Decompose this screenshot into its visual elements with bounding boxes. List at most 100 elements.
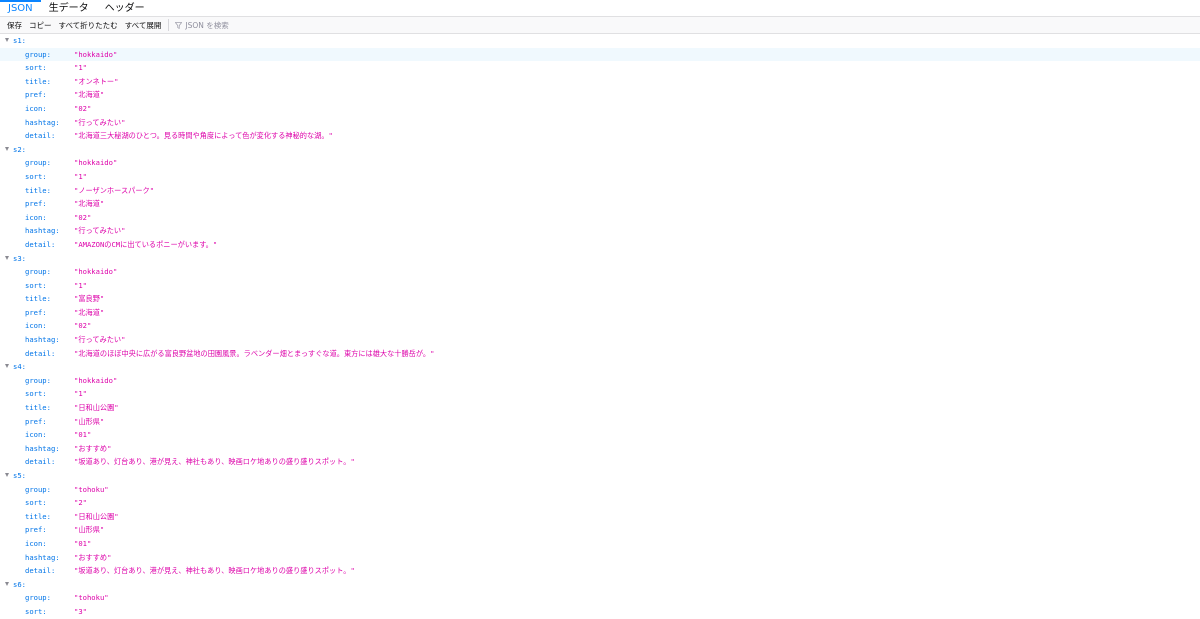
json-property-row[interactable]: title: "ノーザンホースパーク" <box>0 184 1200 198</box>
property-key: icon: <box>25 430 47 440</box>
json-property-row[interactable]: hashtag: "おすすめ" <box>0 442 1200 456</box>
property-key: group: <box>25 158 51 168</box>
property-value: "行ってみたい" <box>74 117 126 127</box>
json-property-row[interactable]: group: "tohoku" <box>0 483 1200 497</box>
copy-button[interactable]: コピー <box>29 20 52 31</box>
property-value: "tohoku" <box>74 484 109 494</box>
json-filter-input[interactable] <box>185 20 386 30</box>
json-object-row[interactable]: s4: <box>0 360 1200 374</box>
json-property-row[interactable]: group: "hokkaido" <box>0 374 1200 388</box>
property-key: sort: <box>25 171 47 181</box>
tab-headers[interactable]: ヘッダー <box>97 2 153 16</box>
json-property-row[interactable]: hashtag: "おすすめ" <box>0 551 1200 565</box>
property-value: "tohoku" <box>74 593 109 603</box>
property-key: icon: <box>25 321 47 331</box>
json-filter <box>175 20 386 30</box>
expand-toggle-icon[interactable] <box>5 581 9 586</box>
property-value: "02" <box>74 103 92 113</box>
tab-json[interactable]: JSON <box>0 0 41 16</box>
json-property-row[interactable]: pref: "北海道" <box>0 306 1200 320</box>
property-value: "北海道" <box>74 307 105 317</box>
json-property-row[interactable]: hashtag: "行ってみたい" <box>0 116 1200 130</box>
json-object-row[interactable]: s2: <box>0 143 1200 157</box>
property-key: hashtag: <box>25 552 60 562</box>
json-property-row[interactable]: title: "オンネトー" <box>0 75 1200 89</box>
json-property-row[interactable]: group: "hokkaido" <box>0 47 1200 62</box>
json-property-row[interactable]: detail: "北海道三大秘湖のひとつ。見る時間や角度によって色が変化する神秘的… <box>0 129 1200 143</box>
property-value: "おすすめ" <box>74 443 112 453</box>
json-property-row[interactable]: group: "hokkaido" <box>0 156 1200 170</box>
property-value: "オンネトー" <box>74 76 119 86</box>
property-value: "北海道" <box>74 90 105 100</box>
expand-all-button[interactable]: すべて展開 <box>125 20 162 31</box>
json-property-row[interactable]: detail: "坂道あり、灯台あり、港が見え、神社もあり、映画ロケ地ありの盛り盛… <box>0 455 1200 469</box>
json-property-row[interactable]: sort: "1" <box>0 61 1200 75</box>
json-property-row[interactable]: group: "hokkaido" <box>0 265 1200 279</box>
json-property-row[interactable]: icon: "02" <box>0 319 1200 333</box>
json-property-row[interactable]: sort: "1" <box>0 387 1200 401</box>
json-property-row[interactable]: hashtag: "行ってみたい" <box>0 333 1200 347</box>
json-property-row[interactable]: sort: "1" <box>0 170 1200 184</box>
json-object-row[interactable]: s5: <box>0 469 1200 483</box>
property-key: icon: <box>25 212 47 222</box>
json-property-row[interactable]: group: "tohoku" <box>0 591 1200 605</box>
expand-toggle-icon[interactable] <box>5 146 9 151</box>
property-value: "AMAZONのCMに出ているポニーがいます。" <box>74 239 218 249</box>
expand-toggle-icon[interactable] <box>5 38 9 42</box>
json-property-row[interactable]: icon: "01" <box>0 428 1200 442</box>
filter-icon <box>175 21 183 29</box>
property-value: "hokkaido" <box>74 158 118 168</box>
json-property-row[interactable]: icon: "02" <box>0 102 1200 116</box>
json-property-row[interactable]: pref: "北海道" <box>0 197 1200 211</box>
collapse-all-button[interactable]: すべて折りたたむ <box>59 20 118 31</box>
property-key: sort: <box>25 280 47 290</box>
save-button[interactable]: 保存 <box>7 20 22 31</box>
property-value: "ノーザンホースパーク" <box>74 185 155 195</box>
json-property-row[interactable]: detail: "北海道のほぼ中央に広がる富良野盆地の田園風景。ラベンダー畑とまっ… <box>0 347 1200 361</box>
property-key: detail: <box>25 457 56 467</box>
json-property-row[interactable]: icon: "01" <box>0 537 1200 551</box>
json-property-row[interactable]: sort: "2" <box>0 496 1200 510</box>
property-key: pref: <box>25 525 47 535</box>
property-value: "01" <box>74 538 92 548</box>
property-key: sort: <box>25 63 47 73</box>
property-key: detail: <box>25 566 56 576</box>
property-value: "日和山公園" <box>74 403 119 413</box>
property-key: title: <box>25 76 51 86</box>
property-key: group: <box>25 484 51 494</box>
json-property-row[interactable]: detail: "坂道あり、灯台あり、港が見え、神社もあり、映画ロケ地ありの盛り盛… <box>0 564 1200 578</box>
object-key: s1: <box>13 36 26 45</box>
json-property-row[interactable]: title: "日和山公園" <box>0 401 1200 415</box>
json-property-row[interactable]: detail: "AMAZONのCMに出ているポニーがいます。" <box>0 238 1200 252</box>
viewer-tabs: JSON 生データ ヘッダー <box>0 0 1200 17</box>
json-property-row[interactable]: sort: "1" <box>0 279 1200 293</box>
json-property-row[interactable]: pref: "山形県" <box>0 415 1200 429</box>
property-value: "坂道あり、灯台あり、港が見え、神社もあり、映画ロケ地ありの盛り盛りスポット。" <box>74 566 355 576</box>
json-object-row[interactable]: s1: <box>0 34 1200 48</box>
json-tree: s1: group: "hokkaido" sort: "1" title: "オンネトー"… <box>0 34 1200 619</box>
tab-raw-data[interactable]: 生データ <box>41 2 97 16</box>
property-key: pref: <box>25 416 47 426</box>
property-value: "02" <box>74 212 92 222</box>
expand-toggle-icon[interactable] <box>5 473 9 477</box>
json-object-row[interactable]: s6: <box>0 578 1200 592</box>
json-property-row[interactable]: title: "日和山公園" <box>0 510 1200 524</box>
property-key: title: <box>25 294 51 304</box>
property-value: "山形県" <box>74 416 105 426</box>
property-key: hashtag: <box>25 443 60 453</box>
expand-toggle-icon[interactable] <box>5 255 9 260</box>
property-key: pref: <box>25 307 47 317</box>
object-key: s3: <box>13 253 26 263</box>
json-property-row[interactable]: pref: "北海道" <box>0 88 1200 102</box>
expand-toggle-icon[interactable] <box>5 364 9 369</box>
property-value: "山形県" <box>74 525 105 535</box>
json-property-row[interactable]: icon: "02" <box>0 211 1200 225</box>
json-toolbar: 保存 コピー すべて折りたたむ すべて展開 <box>0 17 1200 34</box>
json-property-row[interactable]: hashtag: "行ってみたい" <box>0 224 1200 238</box>
json-object-row[interactable]: s3: <box>0 252 1200 266</box>
json-property-row[interactable]: title: "富良野" <box>0 292 1200 306</box>
property-key: title: <box>25 403 51 413</box>
property-value: "1" <box>74 63 87 73</box>
property-value: "おすすめ" <box>74 552 112 562</box>
json-property-row[interactable]: pref: "山形県" <box>0 523 1200 537</box>
